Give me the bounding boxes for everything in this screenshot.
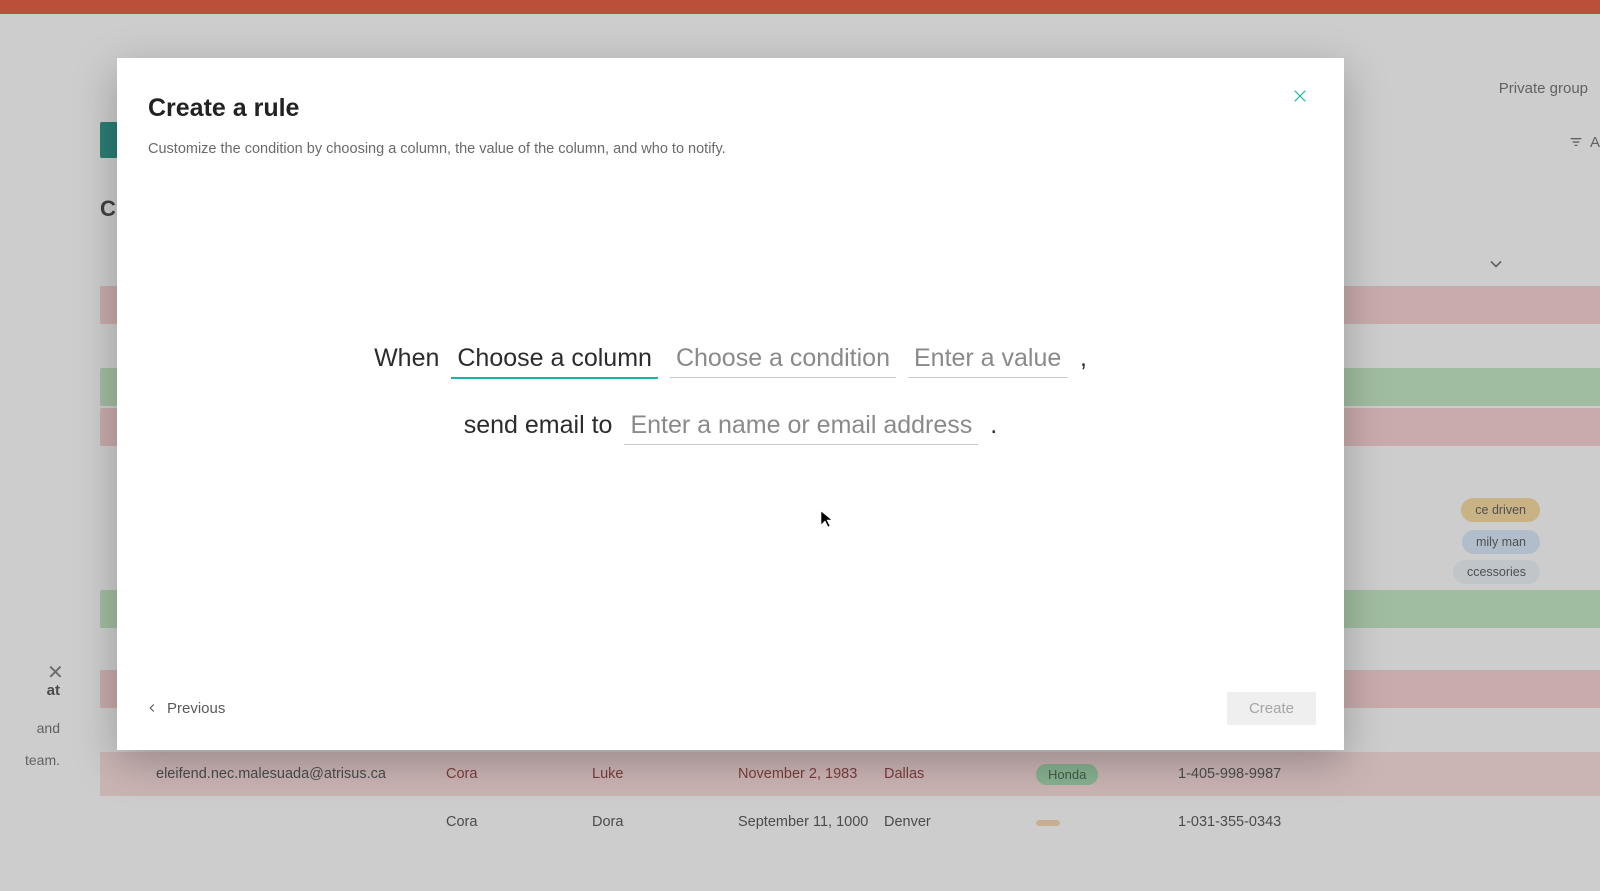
dialog-title: Create a rule: [148, 94, 1304, 123]
recipient-input[interactable]: Enter a name or email address: [624, 411, 978, 445]
condition-picker[interactable]: Choose a condition: [670, 344, 896, 378]
dialog-header: Create a rule Customize the condition by…: [117, 58, 1344, 163]
column-picker[interactable]: Choose a column: [451, 344, 658, 379]
dialog-subtitle: Customize the condition by choosing a co…: [148, 141, 1304, 157]
rule-condition-sentence: When Choose a column Choose a condition …: [374, 344, 1087, 379]
sentence-text: When: [374, 344, 439, 373]
dialog-body: When Choose a column Choose a condition …: [117, 163, 1344, 686]
create-rule-dialog: Create a rule Customize the condition by…: [117, 58, 1344, 750]
sentence-text: send email to: [464, 411, 613, 440]
sentence-text: ,: [1080, 344, 1087, 373]
dialog-footer: Previous Create: [117, 686, 1344, 750]
chevron-left-icon: [145, 701, 159, 715]
close-button[interactable]: [1286, 82, 1314, 110]
value-input[interactable]: Enter a value: [908, 344, 1068, 378]
sentence-text: .: [990, 411, 997, 440]
previous-label: Previous: [167, 700, 225, 717]
rule-action-sentence: send email to Enter a name or email addr…: [464, 411, 998, 445]
previous-button[interactable]: Previous: [145, 700, 225, 717]
create-button[interactable]: Create: [1227, 692, 1316, 725]
